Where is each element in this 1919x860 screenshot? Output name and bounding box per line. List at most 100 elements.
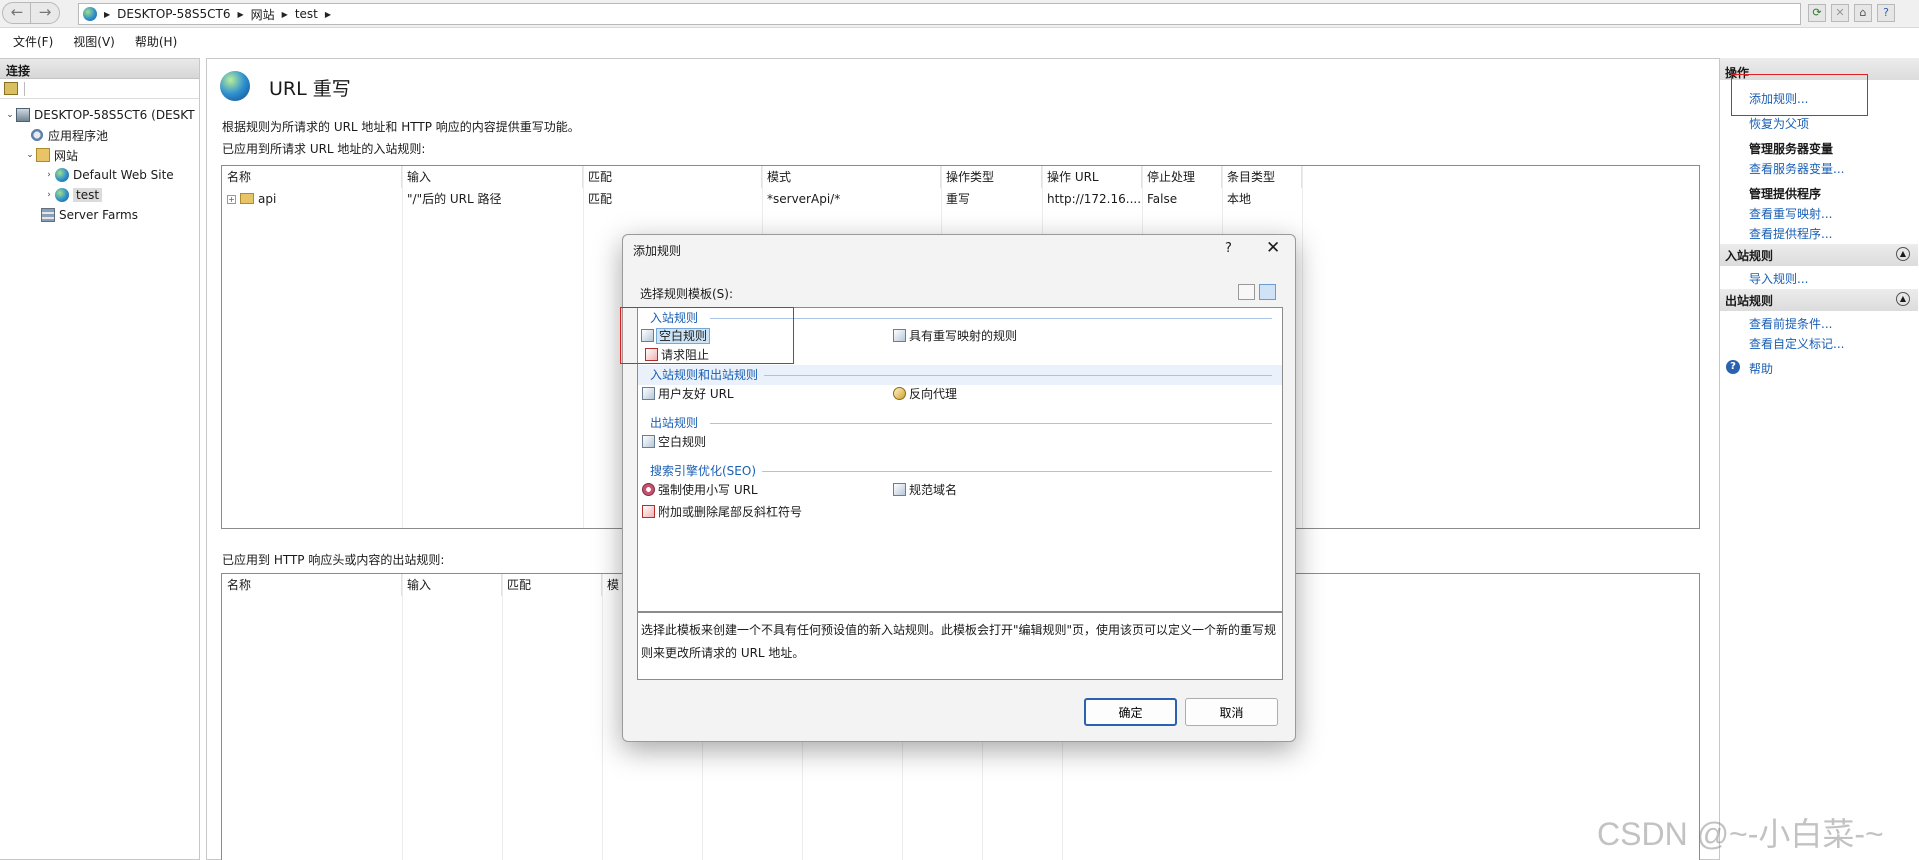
template-canonical-domain[interactable]: 规范域名: [893, 481, 957, 500]
rule-input-cell: "/"后的 URL 路径: [407, 192, 502, 206]
template-reverse-proxy[interactable]: 反向代理: [893, 385, 957, 404]
template-label: 空白规则: [655, 328, 711, 344]
section-inbound-rules: 入站规则: [638, 308, 1282, 328]
server-farm-icon: [41, 208, 55, 222]
section-divider: [710, 318, 1272, 319]
column-header-name[interactable]: 名称: [222, 166, 402, 188]
section-divider: [764, 375, 1272, 376]
tree-item-app-pools[interactable]: 应用程序池: [0, 125, 199, 145]
dialog-close-button[interactable]: ✕: [1266, 238, 1280, 258]
tree-item-label: Default Web Site: [73, 168, 174, 182]
rule-action-type-cell: 重写: [946, 192, 971, 206]
template-user-friendly-url[interactable]: 用户友好 URL: [642, 385, 734, 404]
ok-button[interactable]: 确定: [1084, 698, 1177, 726]
column-header-action-url[interactable]: 操作 URL: [1042, 166, 1142, 188]
column-header-pattern[interactable]: 模式: [762, 166, 941, 188]
actions-pane: 操作 添加规则... 恢复为父项 管理服务器变量 查看服务器变量... 管理提供…: [1719, 58, 1919, 860]
tree-item-server[interactable]: ⌄ DESKTOP-58S5CT6 (DESKT: [0, 105, 199, 125]
column-header-input[interactable]: 输入: [402, 166, 583, 188]
view-custom-tags-link[interactable]: 查看自定义标记...: [1749, 335, 1844, 352]
template-request-blocking[interactable]: 请求阻止: [645, 346, 709, 365]
tree-item-default-web-site[interactable]: › Default Web Site: [0, 165, 199, 185]
chevron-right-icon[interactable]: ›: [43, 170, 55, 180]
template-outbound-blank-rule[interactable]: 空白规则: [642, 433, 706, 452]
globe-icon: [83, 7, 97, 21]
chevron-right-icon[interactable]: ›: [43, 190, 55, 200]
template-label: 规范域名: [909, 483, 958, 497]
column-header-action-type[interactable]: 操作类型: [941, 166, 1042, 188]
chevron-down-icon[interactable]: ⌄: [4, 110, 16, 120]
reverse-proxy-icon: [893, 387, 906, 400]
import-rules-link[interactable]: 导入规则...: [1749, 270, 1808, 287]
forward-button[interactable]: →: [30, 2, 60, 24]
description-line: 则来更改所请求的 URL 地址。: [641, 646, 805, 660]
column-header-stop-processing[interactable]: 停止处理: [1142, 166, 1222, 188]
breadcrumb-sites[interactable]: 网站: [251, 6, 275, 23]
collapse-icon[interactable]: ▲: [1896, 247, 1910, 261]
expand-icon[interactable]: +: [227, 195, 236, 204]
create-connection-icon[interactable]: [4, 82, 18, 95]
dialog-help-button[interactable]: ?: [1225, 241, 1232, 256]
rule-match-cell: 匹配: [588, 192, 613, 206]
stop-icon[interactable]: ✕: [1831, 4, 1849, 22]
help-link[interactable]: 帮助: [1749, 360, 1773, 377]
trailing-slash-icon: [642, 505, 655, 518]
home-icon[interactable]: ⌂: [1854, 4, 1872, 22]
address-toolbar: ← → ▶ DESKTOP-58S5CT6 ▶ 网站 ▶ test ▶ ⟳ ✕ …: [0, 0, 1919, 28]
globe-icon: [55, 168, 69, 182]
description-line: 选择此模板来创建一个不具有任何预设值的新入站规则。此模板会打开"编辑规则"页，使…: [641, 623, 1277, 637]
tree-item-test[interactable]: › test: [0, 185, 199, 205]
breadcrumb-test[interactable]: test: [295, 7, 318, 21]
folder-icon: [240, 193, 254, 204]
template-rewrite-map-rule[interactable]: 具有重写映射的规则: [893, 327, 1017, 346]
column-header-match[interactable]: 匹配: [583, 166, 762, 188]
dialog-title: 添加规则: [633, 244, 682, 258]
menu-view[interactable]: 视图(V): [73, 33, 115, 50]
list-view-icon[interactable]: [1238, 284, 1255, 300]
column-header-entry-type[interactable]: 条目类型: [1222, 166, 1302, 188]
inbound-table-header: 名称 输入 匹配 模式 操作类型 操作 URL 停止处理 条目类型: [222, 166, 1699, 188]
back-button[interactable]: ←: [2, 2, 32, 24]
view-server-variables-link[interactable]: 查看服务器变量...: [1749, 160, 1844, 177]
column-header-input[interactable]: 输入: [402, 574, 502, 596]
help-icon[interactable]: ?: [1877, 4, 1895, 22]
refresh-icon[interactable]: ⟳: [1808, 4, 1826, 22]
template-blank-rule[interactable]: 空白规则: [641, 327, 711, 346]
tree-item-sites[interactable]: ⌄ 网站: [0, 145, 199, 165]
server-variables-group: 管理服务器变量: [1749, 142, 1834, 156]
section-title: 入站规则: [650, 311, 699, 325]
tree-item-server-farms[interactable]: Server Farms: [0, 205, 199, 225]
view-providers-link[interactable]: 查看提供程序...: [1749, 225, 1832, 242]
lowercase-url-icon: [642, 483, 655, 496]
view-rewrite-maps-link[interactable]: 查看重写映射...: [1749, 205, 1832, 222]
inbound-rules-label: 已应用到所请求 URL 地址的入站规则:: [222, 142, 426, 156]
help-icon: ?: [1726, 360, 1740, 374]
menu-file[interactable]: 文件(F): [13, 33, 53, 50]
collapse-icon[interactable]: ▲: [1896, 292, 1910, 306]
cancel-button[interactable]: 取消: [1185, 698, 1278, 726]
chevron-down-icon[interactable]: ⌄: [24, 150, 36, 160]
connections-header: 连接: [0, 59, 199, 79]
toolbar-divider: [24, 81, 25, 96]
template-trailing-slash[interactable]: 附加或删除尾部反斜杠符号: [642, 503, 802, 522]
revert-to-parent-link[interactable]: 恢复为父项: [1749, 115, 1809, 132]
canonical-domain-icon: [893, 483, 906, 496]
tile-view-icon[interactable]: [1259, 284, 1276, 300]
column-header-match[interactable]: 匹配: [502, 574, 602, 596]
template-enforce-lowercase[interactable]: 强制使用小写 URL: [642, 481, 758, 500]
menu-help[interactable]: 帮助(H): [135, 33, 177, 50]
sites-folder-icon: [36, 148, 50, 162]
add-rule-link[interactable]: 添加规则...: [1749, 90, 1808, 107]
inbound-section-title: 入站规则: [1725, 249, 1774, 263]
rule-entry-type-cell: 本地: [1227, 192, 1252, 206]
column-header-name[interactable]: 名称: [222, 574, 402, 596]
breadcrumb-server[interactable]: DESKTOP-58S5CT6: [117, 7, 230, 21]
rule-template-list[interactable]: 入站规则 空白规则 具有重写映射的规则 请求阻止 入站规则和出站规则 用户友好 …: [637, 307, 1283, 612]
view-preconditions-link[interactable]: 查看前提条件...: [1749, 315, 1832, 332]
table-row[interactable]: + api "/"后的 URL 路径 匹配 *serverApi/* 重写 htt…: [222, 188, 1699, 210]
blank-rule-icon: [641, 329, 654, 342]
breadcrumb[interactable]: ▶ DESKTOP-58S5CT6 ▶ 网站 ▶ test ▶: [78, 3, 1801, 25]
globe-icon: [55, 188, 69, 202]
connections-toolbar: [0, 79, 199, 99]
watermark: CSDN @~-小白菜-~: [1597, 816, 1884, 852]
